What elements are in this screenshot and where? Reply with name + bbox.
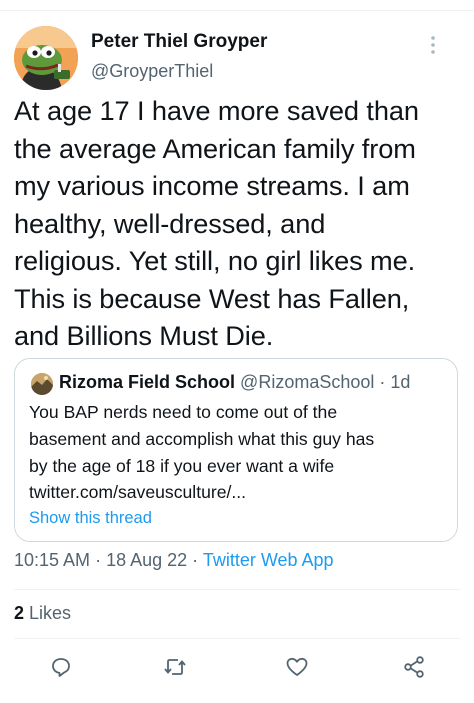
more-options-icon[interactable] (424, 34, 442, 56)
retweet-button[interactable] (160, 652, 190, 682)
quoted-tweet-card[interactable]: Rizoma Field School @RizomaSchool · 1d Y… (14, 358, 458, 542)
like-icon (286, 657, 308, 676)
tweet-time[interactable]: 10:15 AM (14, 550, 90, 570)
retweet-icon (164, 659, 186, 675)
reply-button[interactable] (46, 652, 76, 682)
author-avatar[interactable] (14, 26, 78, 90)
quoted-author-avatar[interactable] (31, 373, 53, 395)
quoted-age: 1d (390, 372, 411, 392)
meta-separator: · (187, 550, 203, 570)
quoted-author-handle[interactable]: @RizomaSchool (240, 372, 374, 392)
top-divider (0, 10, 474, 11)
tweet-source-app[interactable]: Twitter Web App (203, 550, 334, 570)
quoted-author-name[interactable]: Rizoma Field School (59, 372, 235, 392)
meta-separator: · (90, 550, 107, 570)
tweet-text: At age 17 I have more saved than the ave… (14, 95, 419, 351)
tweet-meta: 10:15 AM · 18 Aug 22 · Twitter Web App (14, 550, 334, 571)
divider (14, 589, 460, 590)
show-thread-link[interactable]: Show this thread (29, 509, 152, 528)
tweet-date[interactable]: 18 Aug 22 (106, 550, 187, 570)
likes-summary[interactable]: 2 Likes (14, 603, 71, 624)
reply-icon (52, 658, 70, 677)
landscape-avatar-icon (31, 373, 53, 395)
divider (14, 638, 460, 639)
quoted-tweet-text: You BAP nerds need to come out of the ba… (29, 402, 375, 503)
likes-count: 2 (14, 603, 25, 623)
like-button[interactable] (282, 652, 312, 682)
frog-avatar-icon (14, 26, 78, 90)
author-handle[interactable]: @GroyperThiel (91, 61, 213, 82)
share-icon (404, 656, 424, 678)
share-button[interactable] (399, 652, 429, 682)
tweet-page: Peter Thiel Groyper @GroyperThiel At age… (0, 0, 474, 703)
quoted-tweet-header: Rizoma Field School @RizomaSchool · 1d (59, 372, 410, 393)
quoted-separator: · (374, 372, 391, 392)
author-display-name[interactable]: Peter Thiel Groyper (91, 31, 267, 53)
likes-label: Likes (29, 603, 72, 623)
